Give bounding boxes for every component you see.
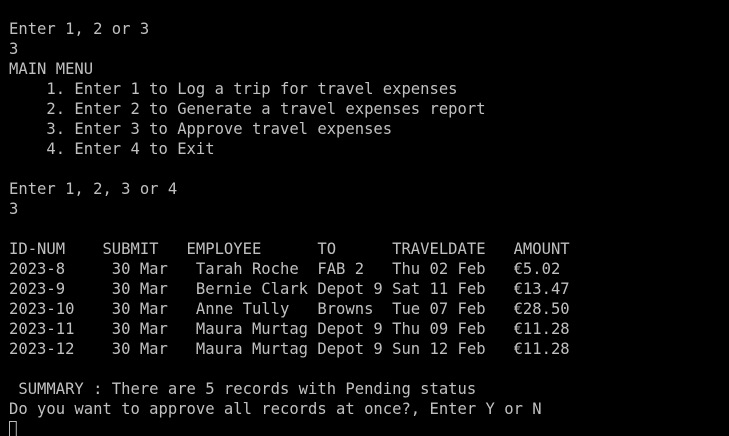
prompt-line: Do you want to approve all records at on… [9,399,542,418]
terminal-window[interactable]: Enter 1, 2 or 3 3 MAIN MENU 1. Enter 1 t… [0,0,729,436]
menu-title: MAIN MENU [9,59,94,78]
input-line[interactable] [9,419,707,436]
prompt-line: Enter 1, 2, 3 or 4 [9,179,178,198]
menu-item: 4. Enter 4 to Exit [9,139,215,158]
summary-line: SUMMARY : There are 5 records with Pendi… [9,379,477,398]
menu-item: 2. Enter 2 to Generate a travel expenses… [9,99,486,118]
table-row: 2023-10 30 Mar Anne Tully Browns Tue 07 … [9,299,570,318]
user-input-line: 3 [9,39,19,58]
table-row: 2023-9 30 Mar Bernie Clark Depot 9 Sat 1… [9,279,570,298]
menu-item: 1. Enter 1 to Log a trip for travel expe… [9,79,458,98]
table-row: 2023-8 30 Mar Tarah Roche FAB 2 Thu 02 F… [9,259,561,278]
table-row: 2023-11 30 Mar Maura Murtag Depot 9 Thu … [9,319,570,338]
text-cursor[interactable] [9,421,17,436]
prompt-line: Enter 1, 2 or 3 [9,19,150,38]
menu-item: 3. Enter 3 to Approve travel expenses [9,119,393,138]
table-header: ID-NUM SUBMIT EMPLOYEE TO TRAVELDATE AMO… [9,239,570,258]
user-input-line: 3 [9,199,19,218]
table-row: 2023-12 30 Mar Maura Murtag Depot 9 Sun … [9,339,570,358]
